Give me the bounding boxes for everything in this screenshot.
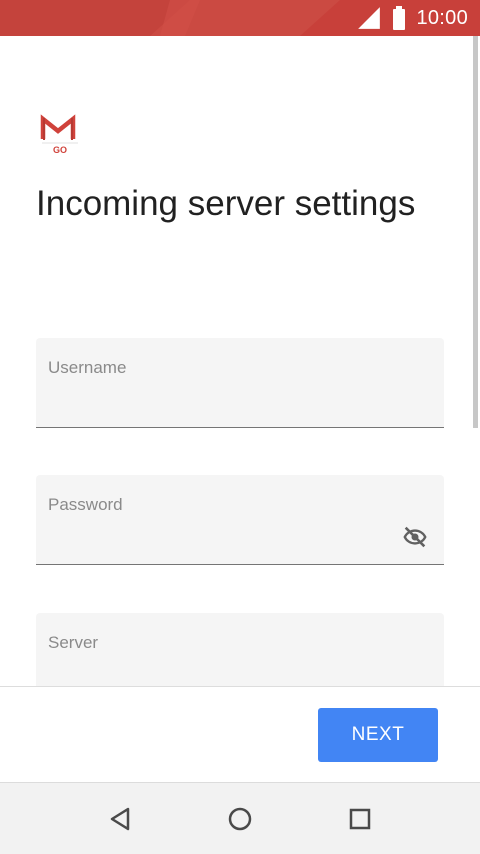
- username-label: Username: [48, 358, 127, 377]
- password-field[interactable]: Password: [36, 475, 444, 565]
- logo-go-label: GO: [53, 145, 67, 155]
- server-field[interactable]: Server: [36, 613, 444, 686]
- status-bar: 10:00: [0, 0, 480, 36]
- status-time: 10:00: [416, 6, 468, 29]
- username-field[interactable]: Username: [36, 338, 444, 428]
- signal-icon: [358, 7, 381, 29]
- page-title: Incoming server settings: [36, 184, 416, 223]
- server-label: Server: [48, 633, 99, 652]
- visibility-off-icon[interactable]: [398, 523, 432, 551]
- setup-content[interactable]: GO Incoming server settings Username Pas…: [0, 36, 480, 686]
- back-icon[interactable]: [102, 801, 138, 837]
- battery-icon: [393, 6, 406, 30]
- gmail-go-logo: GO: [40, 114, 78, 155]
- recents-icon[interactable]: [342, 801, 378, 837]
- password-label: Password: [48, 495, 123, 514]
- navigation-bar: [0, 782, 480, 854]
- home-icon[interactable]: [222, 801, 258, 837]
- next-button[interactable]: NEXT: [318, 708, 438, 762]
- scroll-indicator: [473, 36, 478, 428]
- status-icons: 10:00: [356, 0, 468, 36]
- bottom-action-bar: NEXT: [0, 686, 480, 782]
